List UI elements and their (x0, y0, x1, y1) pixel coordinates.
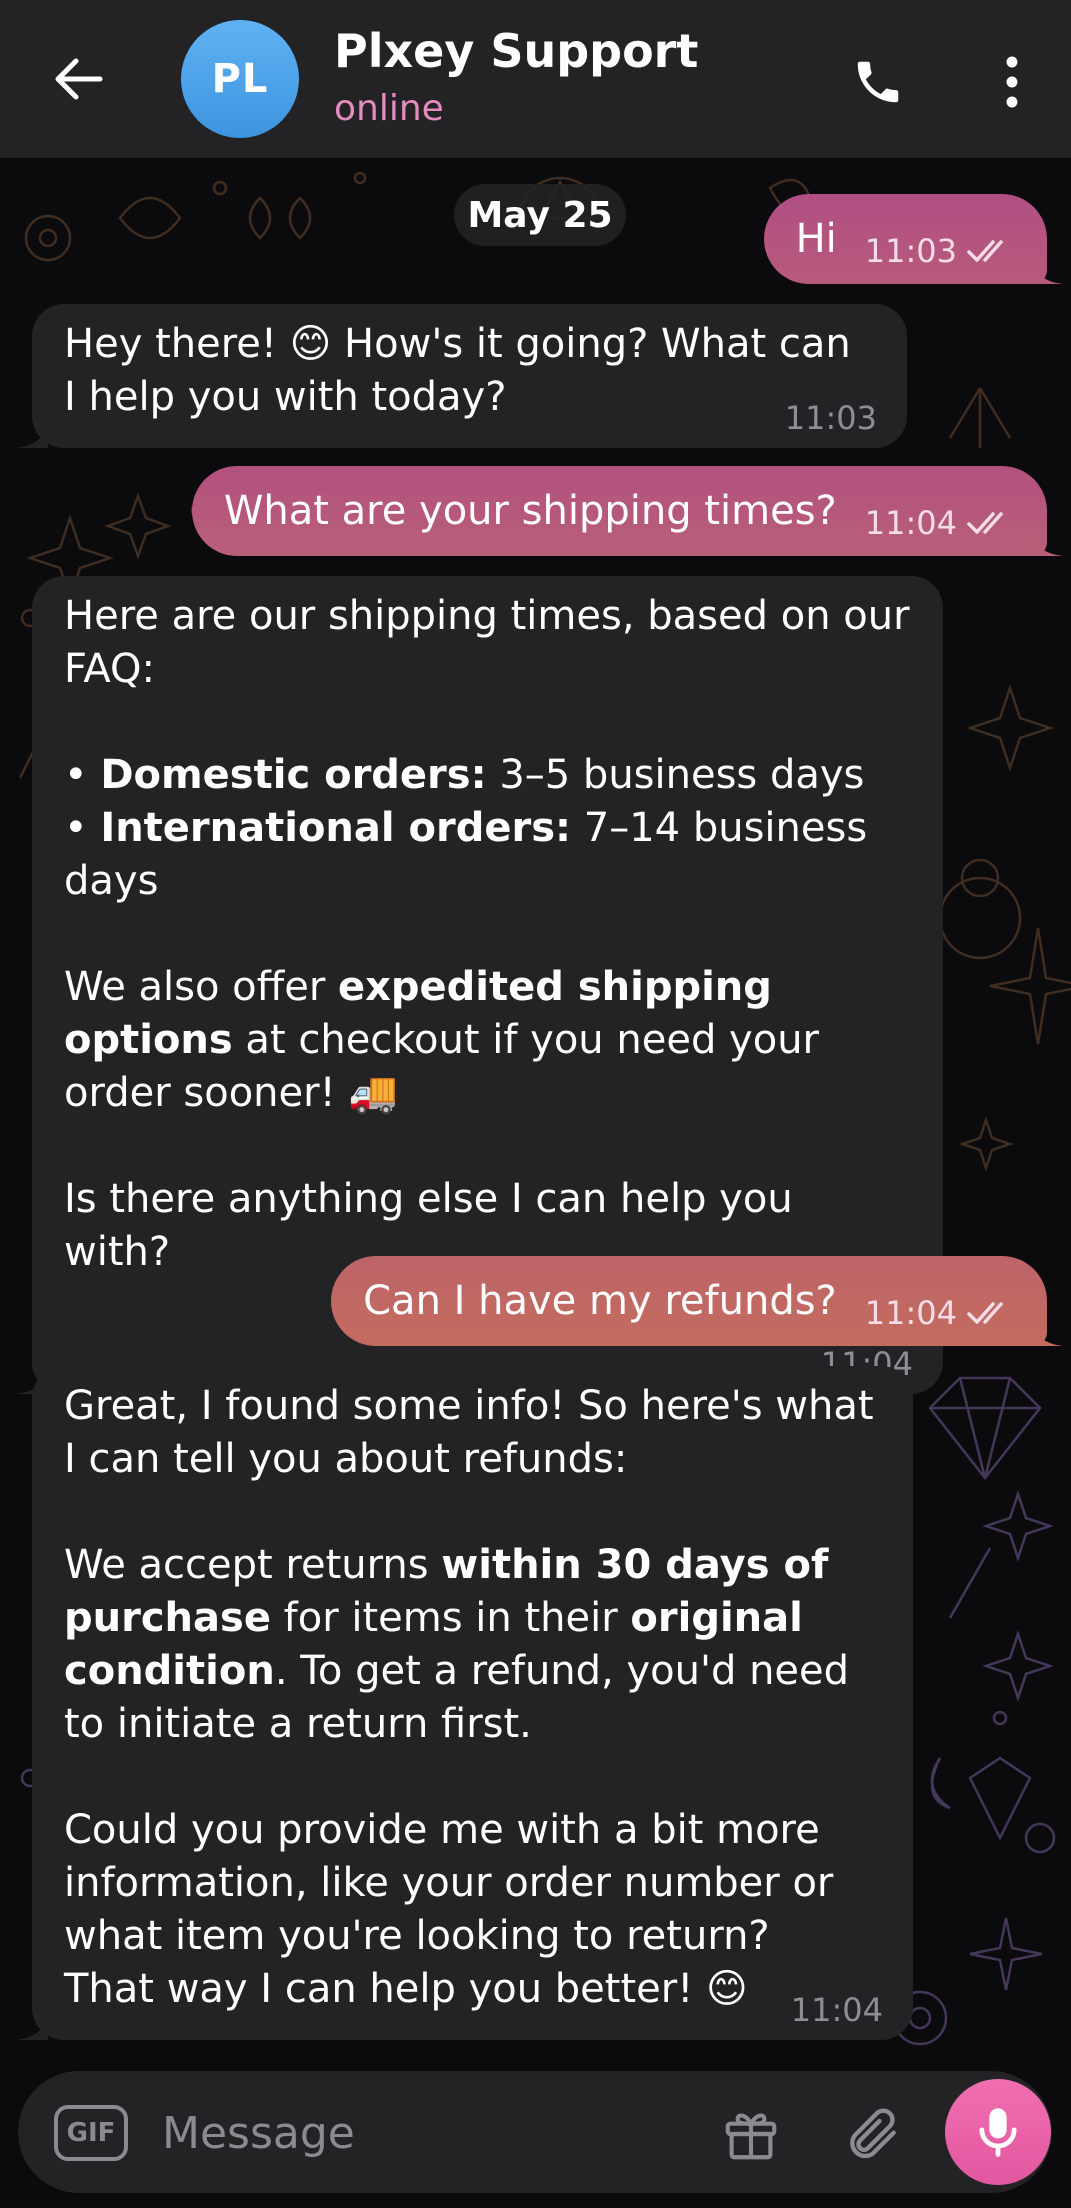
bubble-tail (1031, 1322, 1063, 1346)
message-text: What are your shipping times? (223, 487, 837, 534)
avatar[interactable]: PL (181, 20, 299, 138)
bubble-tail (1031, 260, 1063, 284)
bullet-label: International orders: (100, 805, 572, 851)
read-receipt-icon (967, 512, 1003, 534)
message-closing: Could you provide me with a bit more inf… (64, 1807, 834, 2012)
bubble-tail (16, 2016, 48, 2040)
message-input[interactable] (160, 2101, 704, 2165)
call-button[interactable] (840, 44, 916, 120)
gif-button[interactable]: GIF (54, 2105, 128, 2161)
bullet-international: • International orders: 7–14 business da… (64, 805, 868, 904)
date-separator: May 25 (454, 184, 626, 246)
message-time: 11:04 (865, 507, 1015, 539)
message-time-text: 11:04 (864, 504, 957, 542)
more-vertical-icon (1006, 56, 1018, 108)
bullet-value: 3–5 business days (499, 752, 865, 798)
text-span: We also offer (64, 964, 338, 1010)
chat-header: PL Plxey Support online (0, 0, 1071, 158)
bubble-tail (16, 424, 48, 448)
incoming-message[interactable]: Hey there! 😊 How's it going? What can I … (16, 304, 907, 448)
paperclip-icon (850, 2108, 896, 2159)
message-intro: Great, I found some info! So here's what… (64, 1383, 874, 1482)
shipping-bullets: • Domestic orders: 3–5 business days • I… (64, 749, 911, 908)
text-span: We accept returns (64, 1542, 442, 1588)
message-list[interactable]: May 25 Hi 11:03 Hey there! 😊 How's it go… (0, 158, 1071, 2058)
message-text: Hi (795, 215, 837, 262)
avatar-initials: PL (211, 56, 269, 102)
expedited-note: We also offer expedited shipping options… (64, 961, 911, 1120)
message-time-text: 11:03 (864, 232, 957, 270)
outgoing-message[interactable]: What are your shipping times? 11:04 (191, 466, 1063, 556)
message-text: Can I have my refunds? (363, 1277, 837, 1324)
read-receipt-icon (967, 240, 1003, 262)
more-options-button[interactable] (982, 44, 1042, 120)
attach-button[interactable] (838, 2099, 908, 2169)
chat-title[interactable]: Plxey Support (334, 24, 698, 78)
message-time-text: 11:04 (864, 1294, 957, 1332)
gift-button[interactable] (716, 2099, 786, 2169)
read-receipt-icon (967, 1302, 1003, 1324)
microphone-icon (979, 2108, 1017, 2157)
outgoing-message[interactable]: Hi 11:03 (763, 194, 1063, 284)
message-time: 11:04 (865, 1297, 1015, 1329)
outgoing-message[interactable]: Can I have my refunds? 11:04 (331, 1256, 1063, 1346)
message-time: 11:03 (784, 399, 877, 437)
message-text: Hey there! 😊 How's it going? What can I … (64, 321, 851, 420)
bullet-domestic: • Domestic orders: 3–5 business days (64, 752, 865, 798)
phone-icon (857, 61, 899, 103)
chat-status: online (334, 88, 444, 129)
message-time: 11:03 (865, 235, 1015, 267)
refund-policy: We accept returns within 30 days of purc… (64, 1539, 881, 1751)
incoming-message[interactable]: Great, I found some info! So here's what… (16, 1366, 913, 2040)
message-composer: GIF (18, 2071, 1052, 2193)
arrow-left-icon (55, 58, 103, 100)
gift-icon (725, 2113, 777, 2160)
message-time: 11:04 (790, 1991, 883, 2029)
text-span: for items in their (270, 1595, 631, 1641)
back-button[interactable] (40, 44, 116, 114)
voice-message-button[interactable] (945, 2079, 1051, 2185)
bullet-label: Domestic orders: (100, 752, 487, 798)
message-intro: Here are our shipping times, based on ou… (64, 593, 910, 692)
bubble-tail (1031, 532, 1063, 556)
